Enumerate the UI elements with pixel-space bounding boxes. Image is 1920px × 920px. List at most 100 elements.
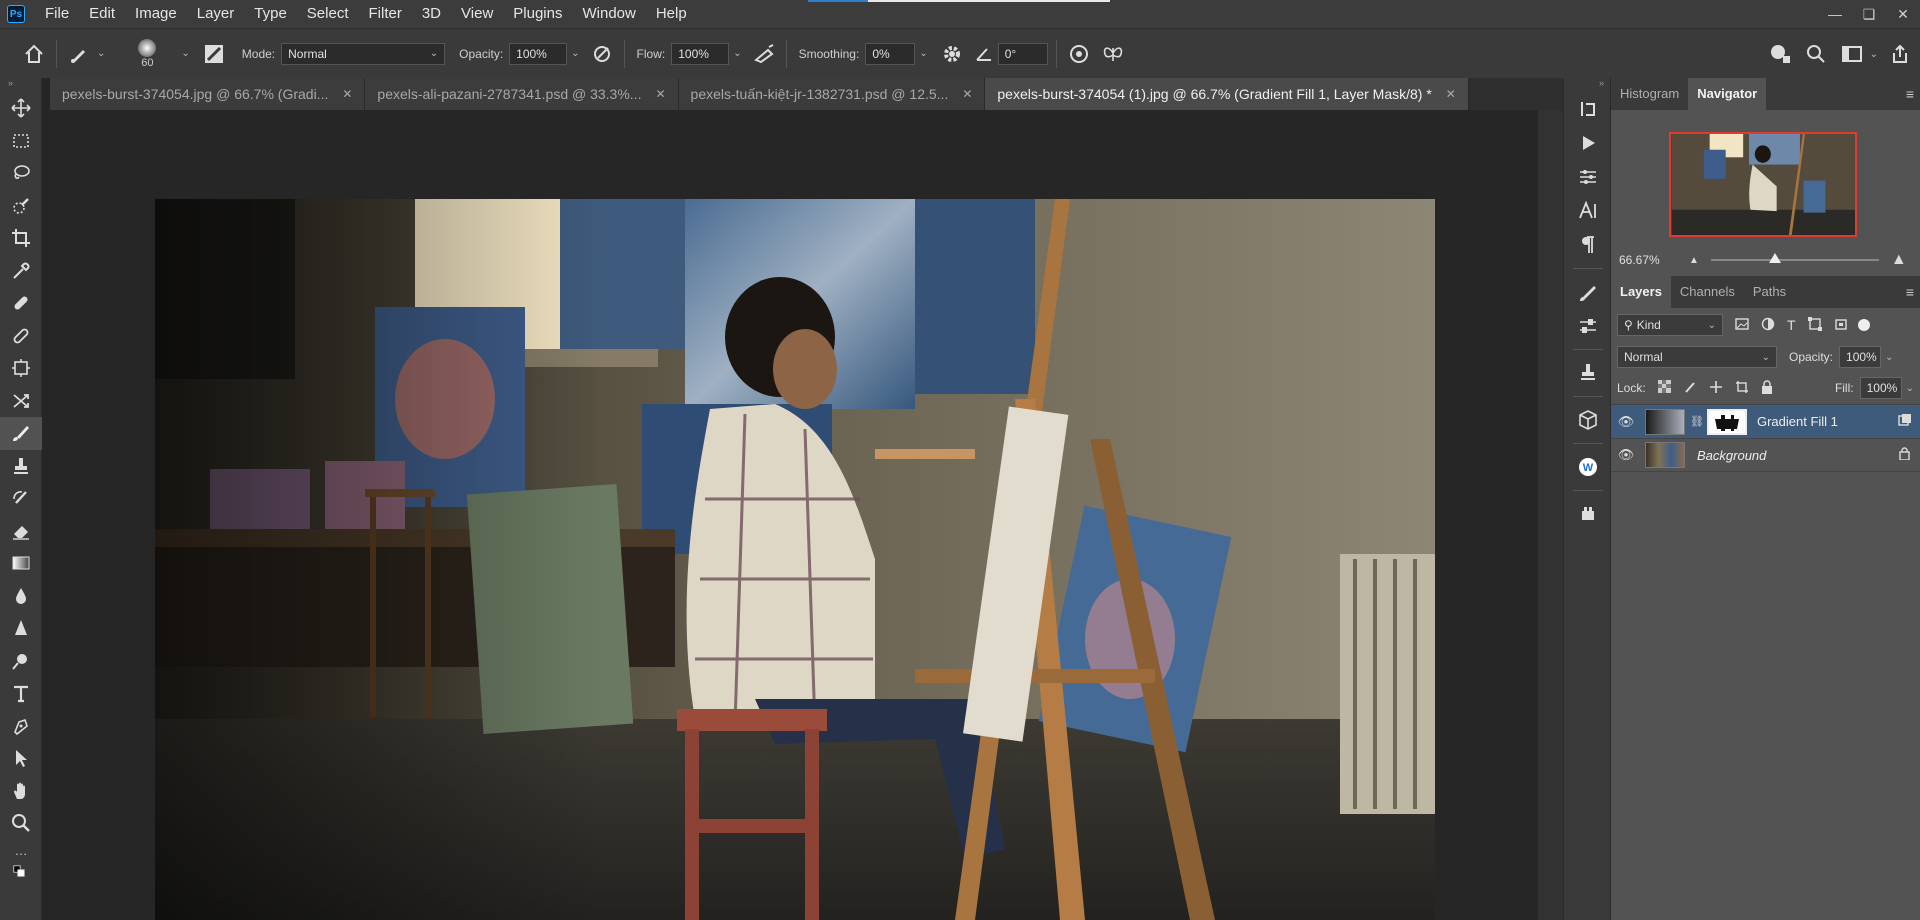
layer-filter-select[interactable]: ⚲ Kind ⌄ [1617,314,1723,336]
menu-file[interactable]: File [35,0,79,28]
filter-toggle-icon[interactable] [1857,319,1870,331]
zoom-value[interactable]: 66.67% [1619,253,1689,267]
sharpen-tool-icon[interactable] [0,612,42,645]
panel-menu-icon[interactable]: ≡ [1906,86,1914,102]
brush-settings-panel-icon[interactable] [1564,309,1612,343]
layer-name[interactable]: Background [1697,448,1766,463]
layer-opacity-input[interactable]: 100% [1839,346,1882,368]
menu-edit[interactable]: Edit [79,0,125,28]
layer-name[interactable]: Gradient Fill 1 [1757,414,1838,429]
blend-mode-select[interactable]: Normal ⌄ [1617,346,1777,368]
layer-row[interactable]: 👁 ⛓ Gradient Fill 1 [1611,404,1920,438]
brush-size-picker[interactable]: 60 [117,31,177,77]
menu-window[interactable]: Window [572,0,645,28]
pen-tool-icon[interactable] [0,710,42,743]
eyedropper-tool-icon[interactable] [0,255,42,288]
chevron-down-icon[interactable]: ⌄ [1906,383,1914,394]
menu-view[interactable]: View [451,0,503,28]
panel-menu-icon[interactable]: ≡ [1906,284,1914,300]
hand-tool-icon[interactable] [0,775,42,808]
plugin-w-icon[interactable]: W [1564,450,1612,484]
close-icon[interactable]: ✕ [655,87,665,101]
lock-all-icon[interactable] [1761,379,1773,397]
character-icon[interactable] [1564,194,1612,228]
healing-brush-tool-icon[interactable] [0,287,42,320]
chevron-down-icon[interactable]: ⌄ [1870,49,1878,60]
menu-help[interactable]: Help [646,0,697,28]
content-aware-move-tool-icon[interactable] [0,385,42,418]
zoom-out-icon[interactable]: ▲ [1689,255,1699,266]
menu-layer[interactable]: Layer [187,0,245,28]
type-tool-icon[interactable] [0,677,42,710]
menu-3d[interactable]: 3D [412,0,451,28]
brush-tool-icon[interactable] [0,417,42,450]
crop-tool-icon[interactable] [0,222,42,255]
history-brush-tool-icon[interactable] [0,482,42,515]
dodge-tool-icon[interactable] [0,645,42,678]
minimize-icon[interactable]: — [1818,0,1852,28]
document-canvas[interactable] [155,199,1435,920]
menu-plugins[interactable]: Plugins [503,0,572,28]
tab-channels[interactable]: Channels [1671,276,1744,308]
symmetry-butterfly-icon[interactable] [1099,40,1127,68]
bandage-tool-icon[interactable] [0,320,42,353]
move-tool-icon[interactable] [0,92,42,125]
clone-stamp-tool-icon[interactable] [0,450,42,483]
eraser-tool-icon[interactable] [0,515,42,548]
close-icon[interactable]: ✕ [342,87,352,101]
gear-icon[interactable] [938,40,966,68]
3d-cube-icon[interactable] [1564,403,1612,437]
lasso-tool-icon[interactable] [0,157,42,190]
collapse-icon[interactable]: » [0,78,41,92]
smoothing-input[interactable]: 0% [865,42,916,65]
blur-tool-icon[interactable] [0,580,42,613]
zoom-in-icon[interactable]: ▲ [1891,251,1907,269]
filter-pixel-icon[interactable] [1735,317,1749,333]
tab-document-2[interactable]: pexels-ali-pazani-2787341.psd @ 33.3%...… [365,78,679,110]
gradient-tool-icon[interactable] [0,547,42,580]
lock-transparent-icon[interactable] [1657,380,1671,396]
zoom-slider[interactable] [1710,253,1879,263]
menu-image[interactable]: Image [125,0,187,28]
chevron-down-icon[interactable]: ⌄ [733,48,741,59]
learn-icon[interactable] [1766,40,1794,68]
tab-histogram[interactable]: Histogram [1611,78,1688,110]
opacity-input[interactable]: 100% [509,42,568,65]
plugins-panel-icon[interactable] [1564,497,1612,531]
restore-icon[interactable]: ❏ [1852,0,1886,28]
flow-input[interactable]: 100% [671,42,730,65]
angle-input[interactable]: 0° [997,42,1048,65]
visibility-eye-icon[interactable]: 👁 [1611,414,1641,430]
tab-document-1[interactable]: pexels-burst-374054.jpg @ 66.7% (Gradi..… [50,78,366,110]
more-tools-icon[interactable]: … [0,840,42,862]
chain-link-icon[interactable]: ⛓ [1690,415,1704,428]
tab-document-3[interactable]: pexels-tuấn-kiệt-jr-1382731.psd @ 12.5..… [678,78,986,110]
menu-filter[interactable]: Filter [359,0,412,28]
brush-preset-icon[interactable] [65,40,93,68]
adjustments-sliders-icon[interactable] [1564,160,1612,194]
default-colors-icon[interactable] [0,862,42,884]
lock-position-icon[interactable] [1709,380,1723,397]
chevron-down-icon[interactable]: ⌄ [97,48,105,59]
tab-document-4[interactable]: pexels-burst-374054 (1).jpg @ 66.7% (Gra… [985,78,1469,110]
share-icon[interactable] [1886,40,1914,68]
visibility-eye-icon[interactable]: 👁 [1611,447,1641,463]
paragraph-icon[interactable] [1564,228,1612,262]
lock-artboard-icon[interactable] [1735,380,1749,397]
background-thumbnail[interactable] [1645,442,1685,468]
pressure-opacity-icon[interactable] [588,40,616,68]
actions-play-icon[interactable] [1564,126,1612,160]
brush-settings-icon[interactable] [200,40,228,68]
close-icon[interactable]: ✕ [1886,0,1920,28]
canvas-scrollbar[interactable] [1538,110,1563,920]
chevron-down-icon[interactable]: ⌄ [1885,352,1893,363]
airbrush-icon[interactable] [750,40,778,68]
home-icon[interactable] [20,40,48,68]
tab-paths[interactable]: Paths [1744,276,1795,308]
fill-input[interactable]: 100% [1859,377,1902,399]
layer-mask-thumbnail[interactable] [1706,408,1747,435]
collapse-icon[interactable]: » [1564,78,1610,92]
chevron-down-icon[interactable]: ⌄ [571,48,579,59]
pressure-size-icon[interactable] [1065,40,1093,68]
navigator-thumbnail[interactable] [1669,132,1857,237]
